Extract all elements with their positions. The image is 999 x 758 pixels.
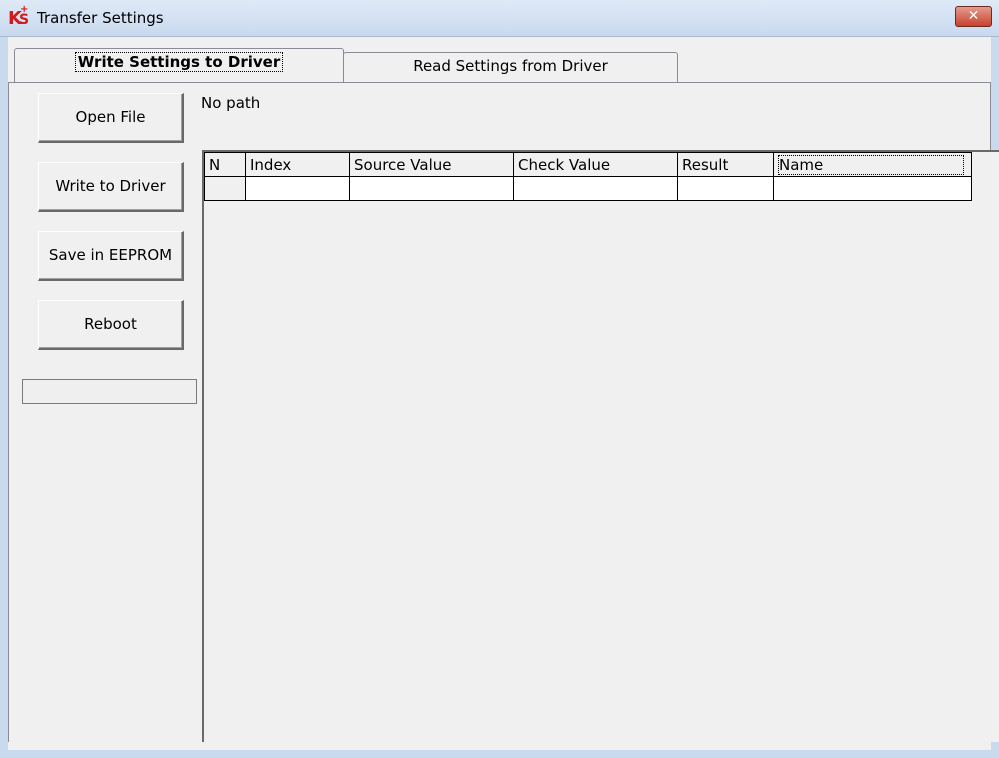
settings-grid[interactable]: N Index Source Value Check Value Result … <box>202 150 999 742</box>
tab-write-settings[interactable]: Write Settings to Driver <box>14 48 344 82</box>
tab-read-settings[interactable]: Read Settings from Driver <box>343 52 678 82</box>
table-cell[interactable] <box>513 176 678 201</box>
column-header-n[interactable]: N <box>204 152 246 177</box>
title-bar: K + S Transfer Settings ✕ <box>0 0 999 37</box>
column-header-index[interactable]: Index <box>245 152 350 177</box>
table-cell[interactable] <box>245 176 350 201</box>
column-header-name[interactable]: Name <box>773 152 972 177</box>
column-header-source-value[interactable]: Source Value <box>349 152 514 177</box>
table-cell[interactable] <box>204 176 246 201</box>
settings-table: N Index Source Value Check Value Result … <box>204 152 972 201</box>
column-header-name-label: Name <box>778 154 964 175</box>
reboot-button[interactable]: Reboot <box>38 300 184 350</box>
table-header-row: N Index Source Value Check Value Result … <box>204 152 972 177</box>
table-cell[interactable] <box>349 176 514 201</box>
column-header-check-value[interactable]: Check Value <box>513 152 678 177</box>
write-to-driver-button[interactable]: Write to Driver <box>38 162 184 212</box>
table-row[interactable] <box>204 176 972 201</box>
window-title: Transfer Settings <box>37 9 164 27</box>
close-button[interactable]: ✕ <box>955 6 992 27</box>
table-cell[interactable] <box>677 176 774 201</box>
column-header-result[interactable]: Result <box>677 152 774 177</box>
tab-label: Read Settings from Driver <box>413 57 608 75</box>
progress-bar <box>22 379 197 404</box>
close-icon: ✕ <box>967 8 980 24</box>
table-cell[interactable] <box>773 176 972 201</box>
file-path-label: No path <box>201 94 261 112</box>
open-file-button[interactable]: Open File <box>38 93 184 143</box>
tab-label: Write Settings to Driver <box>74 52 284 72</box>
ks-logo-icon: K + S <box>8 4 30 29</box>
save-in-eeprom-button[interactable]: Save in EEPROM <box>38 231 184 281</box>
